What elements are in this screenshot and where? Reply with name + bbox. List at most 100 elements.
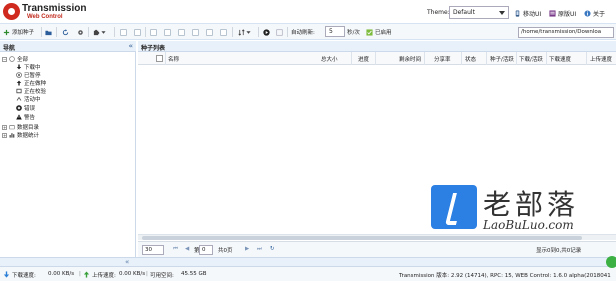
tree-item-all[interactable]: − 全部: [2, 55, 28, 63]
tree-item-data-folders[interactable]: + 数据目录: [2, 123, 39, 131]
next-page-icon[interactable]: ▶: [245, 246, 249, 252]
expand-toggle-icon[interactable]: −: [2, 56, 7, 62]
original-ui-link[interactable]: 原版UI: [549, 9, 576, 18]
select-all-checkbox[interactable]: [156, 55, 163, 62]
download-speed-label: 下载速度:: [12, 273, 36, 279]
mobile-ui-link[interactable]: 移动UI: [514, 9, 541, 18]
column-seeds-active[interactable]: 种子/活跃: [490, 55, 514, 63]
expand-toggle-icon[interactable]: +: [2, 124, 7, 130]
column-divider: [375, 52, 376, 65]
column-divider: [461, 52, 462, 65]
start-icon: [150, 28, 157, 36]
start-session-button[interactable]: [263, 27, 270, 37]
sort-icon: [238, 28, 245, 36]
page-number-input[interactable]: 0: [199, 245, 213, 255]
toolbar-divider: [145, 27, 146, 37]
auto-refresh-toggle[interactable]: 已启用: [366, 27, 392, 37]
bottom-splitter[interactable]: «: [0, 257, 616, 266]
upload-torrent-button[interactable]: [45, 27, 52, 37]
column-name[interactable]: 名称: [168, 55, 179, 63]
upload-speed-icon: [83, 271, 90, 278]
recheck-button[interactable]: [206, 27, 213, 37]
status-divider: |: [146, 271, 148, 277]
add-torrent-label: 添加种子: [12, 30, 35, 36]
toolbar-divider: [56, 27, 57, 37]
start-all-button[interactable]: [120, 27, 127, 37]
floating-action-button[interactable]: [606, 256, 616, 268]
stop-icon: [276, 28, 283, 36]
verify-icon: [16, 88, 22, 94]
tree-item-paused[interactable]: 已暂停: [16, 71, 41, 79]
toolbar-divider: [258, 27, 259, 37]
tree-item-label: 错误: [24, 106, 36, 112]
remove-button[interactable]: [178, 27, 185, 37]
expand-toggle-icon[interactable]: +: [2, 132, 7, 138]
header-bar: Transmission Web Control Theme: Default …: [0, 0, 616, 24]
active-icon: [16, 96, 22, 101]
sort-menu-button[interactable]: [238, 27, 251, 37]
auto-refresh-label: 自动刷新:: [291, 30, 315, 36]
column-upload-speed[interactable]: 上传速度: [590, 55, 612, 63]
about-label: 关于: [593, 11, 606, 18]
tree-item-label: 活动中: [24, 97, 41, 103]
expand-up-icon[interactable]: «: [125, 258, 129, 266]
theme-select[interactable]: Default: [449, 6, 509, 19]
tree-item-label: 全部: [17, 57, 29, 63]
chevron-down-icon: [101, 30, 106, 34]
error-icon: [16, 105, 22, 111]
collapse-left-icon[interactable]: «: [128, 42, 133, 50]
logo-title: Transmission: [22, 3, 87, 14]
tree-item-warning[interactable]: 警告: [16, 113, 35, 121]
tree-item-statistics[interactable]: + 数据统计: [2, 131, 39, 139]
tree-item-label: 数据统计: [17, 133, 40, 139]
column-divider: [586, 52, 587, 65]
torrent-list-header: 种子列表: [138, 41, 616, 52]
column-progress[interactable]: 进度: [358, 55, 369, 63]
stop-session-button[interactable]: [276, 27, 283, 37]
tree-item-error[interactable]: 错误: [16, 104, 35, 112]
tree-item-verifying[interactable]: 正在校验: [16, 87, 46, 95]
scrollbar-thumb[interactable]: [142, 236, 582, 240]
refresh-unit-label: 秒/次: [347, 30, 360, 36]
torrent-list-title: 种子列表: [141, 45, 166, 52]
upload-speed-label: 上传速度:: [92, 273, 116, 279]
pause-all-button[interactable]: [134, 27, 141, 37]
prev-page-icon[interactable]: ◀: [185, 246, 189, 252]
tree-item-active[interactable]: 活动中: [16, 95, 41, 103]
start-button[interactable]: [150, 27, 157, 37]
about-link[interactable]: 关于: [584, 9, 605, 18]
page-size-select[interactable]: 30: [142, 245, 164, 255]
refresh-button[interactable]: [62, 27, 69, 37]
gear-icon: [78, 29, 83, 35]
column-peers-active[interactable]: 下载/活跃: [519, 55, 543, 63]
free-space-label: 可用空间:: [150, 273, 174, 279]
nav-tree: − 全部 下载中 已暂停 正在做种 正在校验 活动中 错误 警告 + 数据目录 …: [0, 52, 136, 257]
chevron-down-icon: [246, 30, 251, 34]
download-path-input[interactable]: /home/transmission/Downloa: [518, 27, 614, 38]
mobile-icon: [515, 10, 520, 17]
reload-icon[interactable]: ↻: [270, 246, 275, 252]
column-download-speed[interactable]: 下载速度: [549, 55, 571, 63]
status-bar: 下载速度: 0.00 KB/s | 上传速度: 0.00 KB/s | 可用空间…: [0, 266, 616, 281]
torrent-grid-header: 名称 总大小 进度 剩余时间 分享率 状态 种子/活跃 下载/活跃 下载速度 上…: [138, 52, 616, 65]
column-ratio[interactable]: 分享率: [434, 55, 451, 63]
refresh-interval-input[interactable]: 5: [325, 26, 345, 37]
add-torrent-button[interactable]: 添加种子: [3, 27, 34, 37]
column-status[interactable]: 状态: [465, 55, 476, 63]
settings-button[interactable]: [77, 27, 84, 37]
tree-item-seeding[interactable]: 正在做种: [16, 79, 46, 87]
column-remaining-time[interactable]: 剩余时间: [399, 55, 421, 63]
rename-button[interactable]: [192, 27, 199, 37]
column-total-size[interactable]: 总大小: [321, 55, 338, 63]
plugins-menu-button[interactable]: [93, 27, 106, 37]
reannounce-button[interactable]: [220, 27, 227, 37]
first-page-icon[interactable]: ⏮: [173, 246, 178, 253]
pause-button[interactable]: [164, 27, 171, 37]
horizontal-scrollbar[interactable]: [138, 234, 616, 240]
page-total-label: 共0页: [218, 248, 233, 254]
tree-item-downloading[interactable]: 下载中: [16, 63, 41, 71]
nav-panel-header: 导航 «: [0, 41, 136, 52]
last-page-icon[interactable]: ⏭: [257, 246, 262, 253]
column-divider: [516, 52, 517, 65]
download-speed-icon: [3, 271, 10, 278]
